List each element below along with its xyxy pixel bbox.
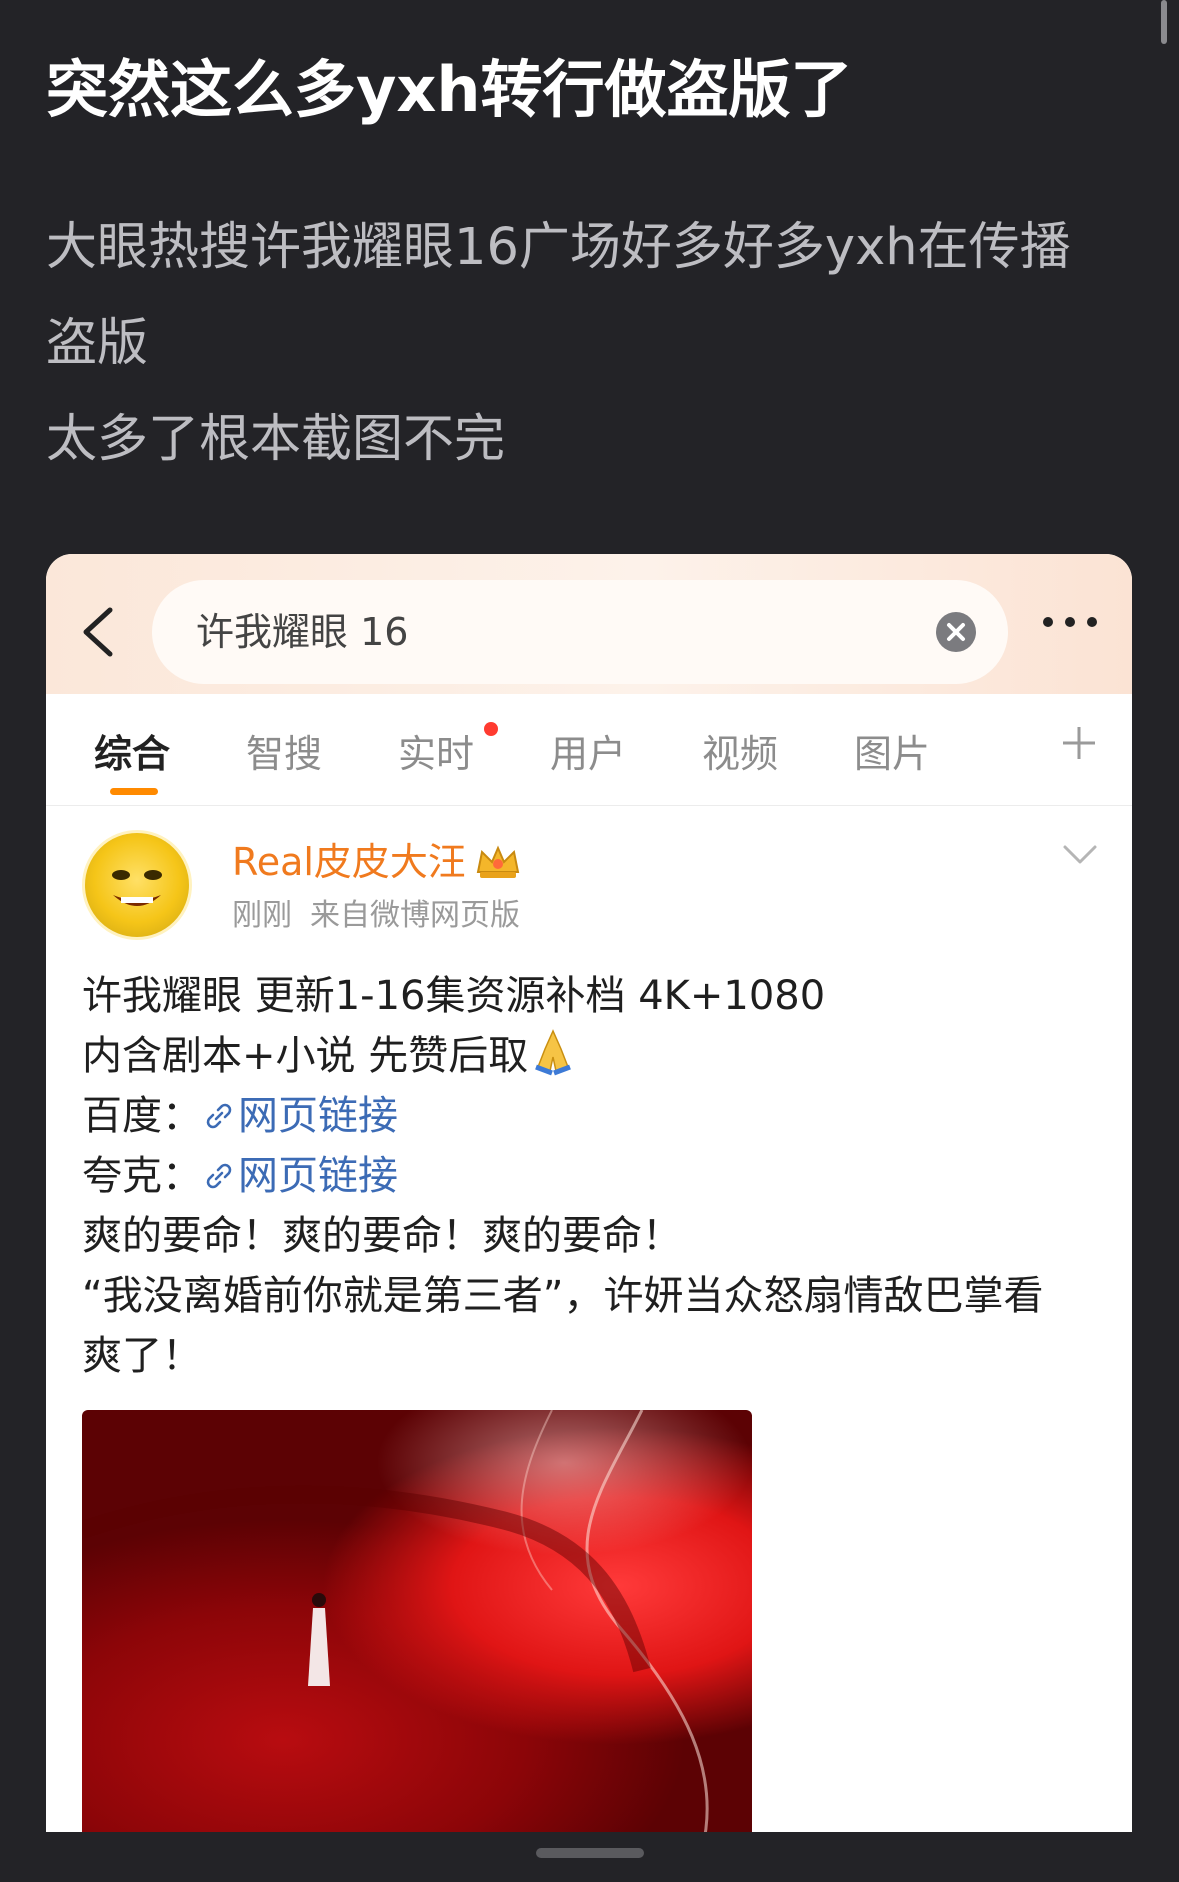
post-body: 大眼热搜许我耀眼16广场好多好多yxh在传播 盗版 太多了根本截图不完 [46, 200, 1146, 488]
weibo-line: 夸克： 网页链接 [82, 1146, 1102, 1206]
post-body-line: 大眼热搜许我耀眼16广场好多好多yxh在传播 [46, 218, 1071, 277]
search-input[interactable]: 许我耀眼 16 [196, 606, 896, 658]
link-icon [206, 1163, 232, 1189]
pray-emoji-icon [535, 1029, 572, 1076]
figure-silhouette [308, 1593, 330, 1686]
weibo-line-text: 内含剧本+小说 先赞后取 [82, 1033, 529, 1079]
avatar[interactable] [82, 830, 192, 940]
tab-images[interactable]: 图片 [854, 730, 930, 778]
search-box[interactable]: 许我耀眼 16 [152, 580, 1008, 684]
baidu-link-text[interactable]: 网页链接 [238, 1093, 398, 1139]
quark-link[interactable]: 网页链接 [202, 1153, 398, 1199]
scroll-indicator[interactable] [1161, 0, 1167, 44]
search-header: 许我耀眼 16 [46, 554, 1132, 694]
quark-label: 夸克： [82, 1153, 202, 1199]
quark-link-text[interactable]: 网页链接 [238, 1153, 398, 1199]
clear-search-button[interactable] [936, 612, 976, 652]
realtime-badge [484, 722, 498, 736]
post-title: 突然这么多yxh转行做盗版了 [46, 53, 853, 126]
tab-smart-search[interactable]: 智搜 [246, 730, 322, 778]
weibo-line: 许我耀眼 更新1-16集资源补档 4K+1080 [82, 973, 826, 1019]
tab-comprehensive[interactable]: 综合 [94, 730, 170, 778]
close-icon [947, 623, 965, 641]
back-arrow-icon[interactable] [76, 604, 120, 660]
poster-art [82, 1410, 709, 1850]
avatar-face-icon [112, 870, 162, 906]
weibo-meta: 刚刚 来自微博网页版 [232, 896, 538, 936]
weibo-line: “我没离婚前你就是第三者”，许妍当众怒扇情敌巴掌看 [82, 1273, 1044, 1319]
active-tab-indicator [110, 788, 158, 795]
weibo-line: 内含剧本+小说 先赞后取 [82, 1026, 1102, 1086]
post-body-line: 盗版 [46, 314, 149, 373]
weibo-source: 来自微博网页版 [310, 898, 520, 933]
tab-realtime[interactable]: 实时 [398, 730, 474, 778]
weibo-image[interactable] [82, 1410, 752, 1850]
chevron-down-icon[interactable] [1062, 844, 1098, 866]
more-options-icon[interactable] [1040, 614, 1100, 630]
search-tabs: 综合 智搜 实时 用户 视频 图片 [46, 694, 1132, 806]
add-tab-icon[interactable] [1060, 724, 1098, 762]
weibo-line: 爽的要命！爽的要命！爽的要命！ [82, 1213, 682, 1259]
weibo-text: 许我耀眼 更新1-16集资源补档 4K+1080 内含剧本+小说 先赞后取 百度… [82, 966, 1102, 1386]
post-body-line: 太多了根本截图不完 [46, 410, 506, 469]
weibo-line: 爽了！ [82, 1333, 202, 1379]
crown-icon [476, 845, 520, 878]
weibo-user-name[interactable]: Real皮皮大汪 [232, 836, 466, 888]
embedded-screenshot[interactable]: 许我耀眼 16 综合 智搜 实时 用户 视频 图片 Real皮皮大汪 刚刚 来自… [46, 554, 1132, 1854]
weibo-line: 百度： 网页链接 [82, 1086, 1102, 1146]
link-icon [206, 1103, 232, 1129]
home-indicator[interactable] [536, 1848, 644, 1858]
tab-users[interactable]: 用户 [550, 730, 626, 778]
tab-videos[interactable]: 视频 [702, 730, 778, 778]
baidu-label: 百度： [82, 1093, 202, 1139]
baidu-link[interactable]: 网页链接 [202, 1093, 398, 1139]
weibo-time: 刚刚 [232, 898, 292, 933]
